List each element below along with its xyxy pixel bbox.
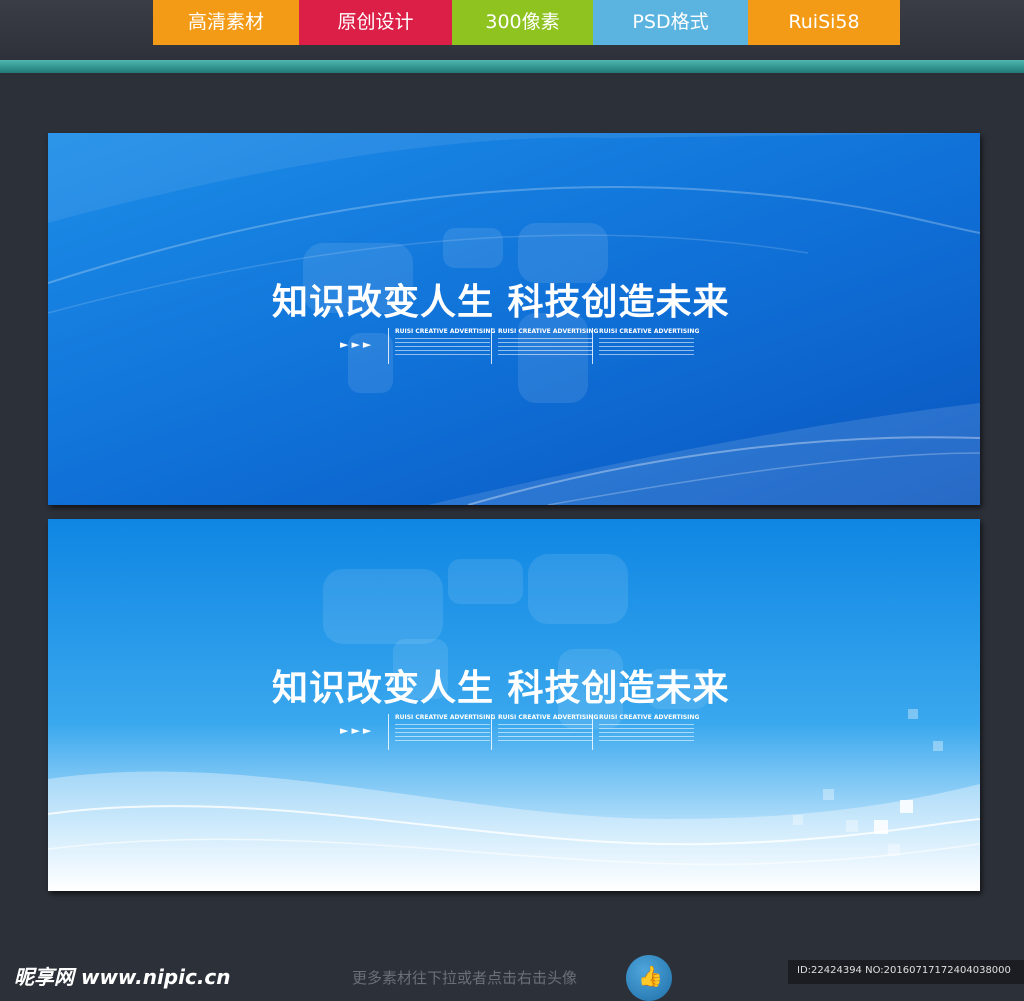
site-logo-link[interactable]: 昵享网 www.nipic.cn <box>14 961 231 990</box>
accent-line <box>0 60 1024 73</box>
banner-panel-2: 知识改变人生 科技创造未来 ►►► RUISI CREATIVE ADVERTI… <box>48 519 980 891</box>
tag-hd: 高清素材 <box>153 0 299 45</box>
placeholder-lines <box>395 724 490 741</box>
placeholder-lines <box>498 338 593 355</box>
tag-author: RuiSi58 <box>748 0 900 45</box>
text-column: RUISI CREATIVE ADVERTISING <box>388 328 496 364</box>
image-id-text: ID:22424394 NO:20160717172404038000 <box>797 965 1011 976</box>
text-column: RUISI CREATIVE ADVERTISING <box>388 714 496 750</box>
column-title: RUISI CREATIVE ADVERTISING <box>395 714 496 721</box>
placeholder-lines <box>395 338 490 355</box>
headline: 知识改变人生 科技创造未来 <box>272 282 730 323</box>
column-title: RUISI CREATIVE ADVERTISING <box>599 328 700 335</box>
placeholder-lines <box>599 724 694 741</box>
tag-dpi: 300像素 <box>452 0 593 45</box>
author-avatar-button[interactable]: 👍 <box>626 955 672 1001</box>
text-column: RUISI CREATIVE ADVERTISING <box>491 328 599 364</box>
placeholder-lines <box>498 724 593 741</box>
arrow-icons: ►►► <box>340 338 375 351</box>
column-title: RUISI CREATIVE ADVERTISING <box>599 714 700 721</box>
column-title: RUISI CREATIVE ADVERTISING <box>498 714 599 721</box>
tag-bar: 高清素材 原创设计 300像素 PSD格式 RuiSi58 <box>153 0 900 45</box>
scroll-hint: 更多素材往下拉或者点击右击头像 <box>352 969 578 987</box>
thumbs-up-icon: 👍 <box>638 964 663 988</box>
tag-original: 原创设计 <box>299 0 452 45</box>
column-title: RUISI CREATIVE ADVERTISING <box>498 328 599 335</box>
tag-format: PSD格式 <box>593 0 748 45</box>
headline: 知识改变人生 科技创造未来 <box>272 668 730 709</box>
placeholder-lines <box>599 338 694 355</box>
text-column: RUISI CREATIVE ADVERTISING <box>592 714 700 750</box>
text-column: RUISI CREATIVE ADVERTISING <box>491 714 599 750</box>
column-title: RUISI CREATIVE ADVERTISING <box>395 328 496 335</box>
banner-panel-1: 知识改变人生 科技创造未来 ►►► RUISI CREATIVE ADVERTI… <box>48 133 980 505</box>
arrow-icons: ►►► <box>340 724 375 737</box>
text-column: RUISI CREATIVE ADVERTISING <box>592 328 700 364</box>
